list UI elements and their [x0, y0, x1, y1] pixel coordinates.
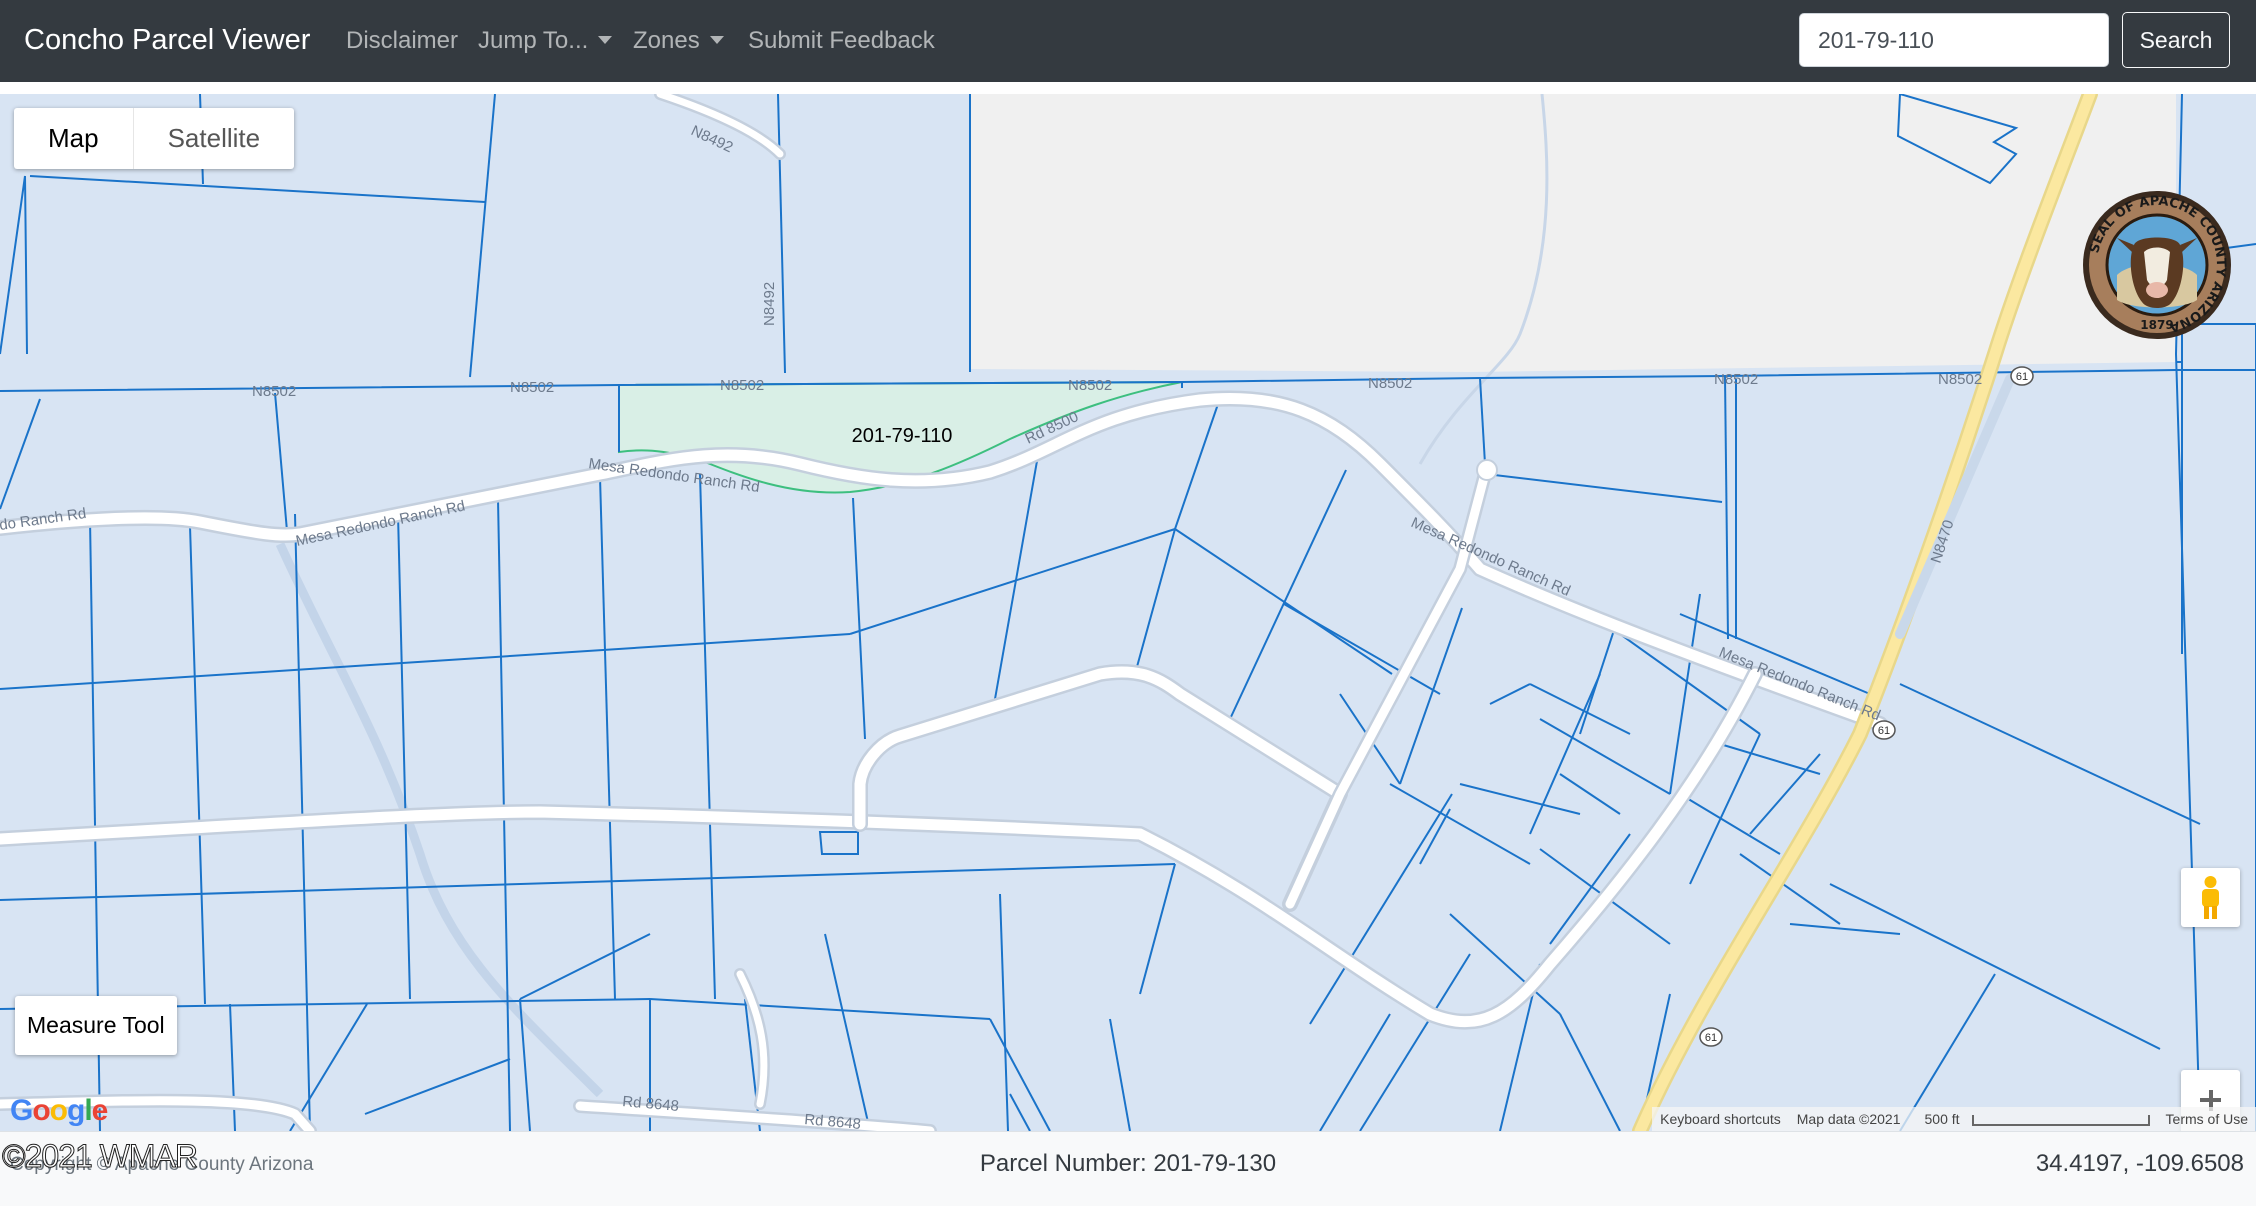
selected-parcel-label: 201-79-110: [852, 425, 953, 447]
road-label: Mesa Redondo Ranch Rd: [1408, 514, 1573, 600]
google-logo-part: o: [32, 1094, 50, 1127]
search-button[interactable]: Search: [2122, 12, 2230, 68]
road-label: Rd 8648: [804, 1111, 862, 1131]
road-label: N8492: [761, 282, 778, 326]
search-input[interactable]: [1799, 13, 2109, 67]
navbar: Concho Parcel Viewer Disclaimer Jump To.…: [0, 0, 2256, 82]
measure-tool-button[interactable]: Measure Tool: [15, 996, 177, 1055]
map-canvas[interactable]: 61 61 61 N8492 N8492 N8502 N8502 N8502 N…: [0, 94, 2256, 1131]
road-label: N8502: [252, 383, 296, 400]
pegman-icon: [2202, 876, 2219, 919]
cul-de-sac: [1476, 459, 1498, 481]
nav-disclaimer[interactable]: Disclaimer: [346, 26, 458, 56]
google-logo-part: l: [84, 1094, 92, 1127]
google-logo-part: g: [67, 1094, 85, 1127]
terms-of-use-link[interactable]: Terms of Use: [2158, 1107, 2256, 1131]
caret-down-icon: [709, 35, 724, 44]
scale-bar: [1971, 1114, 2150, 1126]
highway-shield-61: 61: [2016, 371, 2028, 383]
road-label: N8502: [1068, 377, 1112, 394]
nav-zones-dropdown[interactable]: Zones: [633, 26, 724, 56]
map-data-attribution: Map data ©2021: [1796, 1111, 1901, 1127]
map-tiles: 61 61 61 N8492 N8492 N8502 N8502 N8502 N…: [0, 94, 2256, 1131]
nav-submit-feedback[interactable]: Submit Feedback: [748, 26, 935, 56]
scale-indicator[interactable]: 500 ft: [1909, 1107, 2158, 1131]
cursor-coordinates: 34.4197, -109.6508: [2035, 1150, 2244, 1177]
highway-shield-61: 61: [1878, 725, 1890, 737]
nav-zones-label: Zones: [633, 27, 700, 54]
road-label: N8502: [1368, 375, 1412, 392]
map-attribution: Keyboard shortcuts Map data ©2021 500 ft…: [1652, 1107, 2256, 1131]
road-label: N8502: [1938, 371, 1982, 388]
keyboard-shortcuts-link[interactable]: Keyboard shortcuts: [1652, 1107, 1789, 1131]
footer: Copyright © Apache County Arizona Parcel…: [0, 1131, 2256, 1206]
parcel-number: Parcel Number: 201-79-130: [979, 1150, 1277, 1177]
google-logo-part: G: [10, 1094, 33, 1127]
road-label: N8502: [720, 377, 764, 394]
brand-title[interactable]: Concho Parcel Viewer: [24, 22, 310, 58]
nav-jump-to-label: Jump To...: [478, 27, 589, 54]
road-label: N8502: [510, 379, 554, 396]
watermark: ©2021 WMAR: [2, 1138, 199, 1175]
map-type-map-button[interactable]: Map: [14, 108, 133, 169]
street-view-pegman[interactable]: [2181, 868, 2240, 927]
apache-county-seal-logo: SEAL OF APACHE COUNTY ARIZONA 1879: [2083, 191, 2231, 339]
nav-jump-to-dropdown[interactable]: Jump To...: [478, 26, 613, 56]
caret-down-icon: [598, 35, 613, 44]
google-logo[interactable]: Google: [10, 1094, 109, 1128]
highway-shield-61: 61: [1705, 1032, 1717, 1044]
scale-label: 500 ft: [1924, 1111, 1960, 1127]
road-label: N8502: [1714, 371, 1758, 388]
google-logo-part: e: [91, 1094, 109, 1127]
map-type-control: Map Satellite: [14, 108, 295, 169]
map-type-satellite-button[interactable]: Satellite: [132, 108, 295, 169]
seal-year: 1879: [2140, 318, 2173, 332]
google-logo-part: o: [49, 1094, 68, 1127]
